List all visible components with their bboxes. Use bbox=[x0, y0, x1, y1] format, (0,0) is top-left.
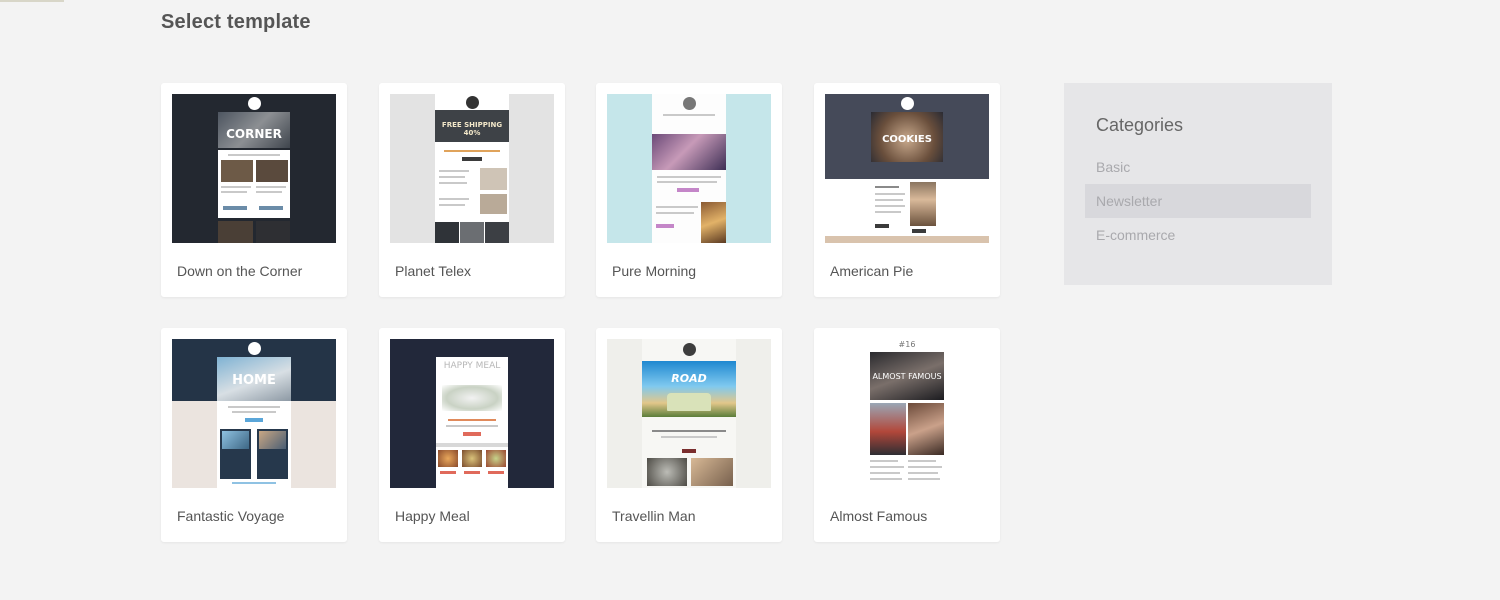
template-card-almost-famous[interactable]: #16 ALMOST FAMOUS Almost Famous bbox=[814, 328, 1000, 542]
template-card-fantastic-voyage[interactable]: HOME Fantastic Voyage bbox=[161, 328, 347, 542]
template-thumbnail: #16 ALMOST FAMOUS bbox=[825, 339, 989, 488]
template-card-planet-telex[interactable]: FREE SHIPPING 40% Planet Telex bbox=[379, 83, 565, 297]
category-e-commerce[interactable]: E-commerce bbox=[1085, 218, 1311, 252]
template-name: Fantastic Voyage bbox=[177, 508, 285, 524]
categories-panel: Categories Basic Newsletter E-commerce bbox=[1064, 83, 1332, 285]
template-card-travellin-man[interactable]: ROAD Travellin Man bbox=[596, 328, 782, 542]
template-thumbnail: ROAD bbox=[607, 339, 771, 488]
template-card-down-on-the-corner[interactable]: CORNER Down on the Corner bbox=[161, 83, 347, 297]
template-name: American Pie bbox=[830, 263, 914, 279]
template-card-pure-morning[interactable]: Pure Morning bbox=[596, 83, 782, 297]
template-thumbnail: HAPPY MEAL bbox=[390, 339, 554, 488]
template-card-happy-meal[interactable]: HAPPY MEAL Happy Meal bbox=[379, 328, 565, 542]
template-name: Almost Famous bbox=[830, 508, 928, 524]
template-name: Travellin Man bbox=[612, 508, 696, 524]
template-thumbnail: FREE SHIPPING 40% bbox=[390, 94, 554, 243]
template-name: Down on the Corner bbox=[177, 263, 303, 279]
template-thumbnail: HOME bbox=[172, 339, 336, 488]
template-name: Planet Telex bbox=[395, 263, 472, 279]
template-name: Happy Meal bbox=[395, 508, 470, 524]
template-thumbnail bbox=[607, 94, 771, 243]
template-name: Pure Morning bbox=[612, 263, 697, 279]
template-card-american-pie[interactable]: COOKIES American Pie bbox=[814, 83, 1000, 297]
template-thumbnail: CORNER bbox=[172, 94, 336, 243]
template-thumbnail: COOKIES bbox=[825, 94, 989, 243]
top-left-accent bbox=[0, 0, 64, 2]
page-title: Select template bbox=[161, 11, 311, 33]
category-newsletter[interactable]: Newsletter bbox=[1085, 184, 1311, 218]
category-basic[interactable]: Basic bbox=[1085, 150, 1311, 184]
categories-title: Categories bbox=[1096, 115, 1184, 135]
